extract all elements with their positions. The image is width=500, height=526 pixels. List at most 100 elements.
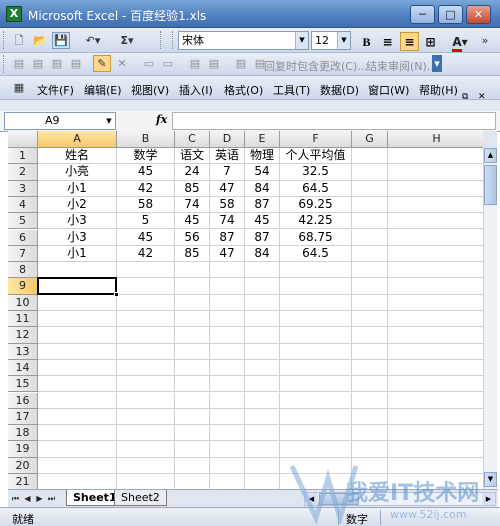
cell-c6[interactable]: 56 (175, 229, 210, 246)
align-left-icon[interactable]: ≡ (378, 32, 397, 51)
cell-a1[interactable]: 姓名 (38, 148, 117, 165)
cell-c2[interactable]: 24 (175, 164, 210, 181)
row-header-3[interactable]: 3 (8, 180, 38, 197)
cell-g13[interactable] (352, 343, 388, 360)
cell-f13[interactable] (280, 343, 352, 360)
cell-c13[interactable] (175, 343, 210, 360)
insert-function-icon[interactable]: fx (156, 113, 167, 126)
review-icon[interactable]: ▤ (205, 55, 223, 72)
cell-g11[interactable] (352, 311, 388, 328)
row-header-7[interactable]: 7 (8, 245, 38, 263)
cell-d12[interactable] (210, 327, 245, 344)
review-icon[interactable]: ▤ (232, 55, 250, 72)
excel-document-icon[interactable]: ▦ (10, 79, 28, 96)
cell-f2[interactable]: 32.5 (280, 164, 352, 181)
scroll-up-icon[interactable]: ▲ (484, 148, 497, 163)
cell-b5[interactable]: 5 (117, 213, 175, 230)
cell-g20[interactable] (352, 457, 388, 474)
cell-e15[interactable] (245, 376, 280, 393)
column-header-b[interactable]: B (117, 131, 175, 148)
row-header-18[interactable]: 18 (8, 425, 38, 442)
cell-a19[interactable] (38, 441, 117, 458)
cell-f1[interactable]: 个人平均值 (280, 148, 352, 165)
last-sheet-icon[interactable]: ⏭ (46, 492, 57, 505)
prev-sheet-icon[interactable]: ◀ (22, 492, 33, 505)
cell-h15[interactable] (388, 376, 483, 393)
cell-g6[interactable] (352, 229, 388, 246)
cell-b18[interactable] (117, 425, 175, 442)
cell-c16[interactable] (175, 392, 210, 409)
align-center-icon[interactable]: ≡ (400, 32, 419, 51)
cell-b20[interactable] (117, 457, 175, 474)
cell-h12[interactable] (388, 327, 483, 344)
active-cell-selection[interactable] (37, 277, 117, 295)
cell-d8[interactable] (210, 262, 245, 279)
scroll-left-icon[interactable]: ◀ (305, 493, 318, 505)
cell-h9[interactable] (388, 278, 483, 295)
cell-c8[interactable] (175, 262, 210, 279)
cell-f21[interactable] (280, 474, 352, 489)
font-name-select[interactable]: 宋体 ▼ (178, 31, 309, 50)
cell-d7[interactable]: 47 (210, 245, 245, 263)
review-icon[interactable]: ▤ (186, 55, 204, 72)
cell-g19[interactable] (352, 441, 388, 458)
cell-b13[interactable] (117, 343, 175, 360)
horizontal-scrollbar[interactable]: ◀ ▶ (304, 492, 496, 506)
cell-g18[interactable] (352, 425, 388, 442)
cell-c15[interactable] (175, 376, 210, 393)
autosum-icon[interactable]: Σ▾ (114, 32, 140, 49)
review-icon[interactable]: ▭ (140, 55, 158, 72)
cell-g14[interactable] (352, 359, 388, 377)
cell-f6[interactable]: 68.75 (280, 229, 352, 246)
review-icon[interactable]: ▭ (159, 55, 177, 72)
cell-b15[interactable] (117, 376, 175, 393)
row-header-21[interactable]: 21 (8, 474, 38, 489)
cell-f10[interactable] (280, 294, 352, 311)
cell-f18[interactable] (280, 425, 352, 442)
cell-f5[interactable]: 42.25 (280, 213, 352, 230)
cell-e2[interactable]: 54 (245, 164, 280, 181)
cell-d17[interactable] (210, 408, 245, 426)
cell-f3[interactable]: 64.5 (280, 180, 352, 197)
cell-d1[interactable]: 英语 (210, 148, 245, 165)
row-header-19[interactable]: 19 (8, 441, 38, 458)
column-header-a[interactable]: A (38, 131, 117, 148)
cell-e16[interactable] (245, 392, 280, 409)
cell-d18[interactable] (210, 425, 245, 442)
cell-c21[interactable] (175, 474, 210, 489)
menu-view[interactable]: 视图(V) (131, 82, 169, 98)
cell-c4[interactable]: 74 (175, 196, 210, 214)
cell-g10[interactable] (352, 294, 388, 311)
row-header-5[interactable]: 5 (8, 213, 38, 230)
cell-g4[interactable] (352, 196, 388, 214)
cell-b8[interactable] (117, 262, 175, 279)
chevron-down-icon[interactable]: ▼ (337, 32, 350, 49)
cell-g3[interactable] (352, 180, 388, 197)
cell-d11[interactable] (210, 311, 245, 328)
row-header-8[interactable]: 8 (8, 262, 38, 279)
cell-a8[interactable] (38, 262, 117, 279)
cell-f14[interactable] (280, 359, 352, 377)
cell-h7[interactable] (388, 246, 483, 263)
review-icon[interactable]: ▤ (67, 55, 85, 72)
cell-e17[interactable] (245, 408, 280, 426)
cell-b19[interactable] (117, 441, 175, 458)
cell-a5[interactable]: 小3 (38, 213, 117, 230)
cell-h14[interactable] (388, 360, 483, 377)
cell-c20[interactable] (175, 457, 210, 474)
row-header-14[interactable]: 14 (8, 359, 38, 377)
toolbar-grip[interactable] (3, 55, 6, 73)
bold-button[interactable]: B (357, 32, 376, 51)
select-all-corner[interactable] (8, 131, 38, 148)
cell-e20[interactable] (245, 457, 280, 474)
row-header-17[interactable]: 17 (8, 408, 38, 426)
row-header-6[interactable]: 6 (8, 229, 38, 246)
cell-a16[interactable] (38, 392, 117, 409)
column-header-g[interactable]: G (352, 131, 388, 148)
cell-h11[interactable] (388, 311, 483, 328)
cell-g15[interactable] (352, 376, 388, 393)
cell-h19[interactable] (388, 441, 483, 458)
cell-d6[interactable]: 87 (210, 229, 245, 246)
cell-h5[interactable] (388, 213, 483, 230)
cell-h8[interactable] (388, 262, 483, 279)
